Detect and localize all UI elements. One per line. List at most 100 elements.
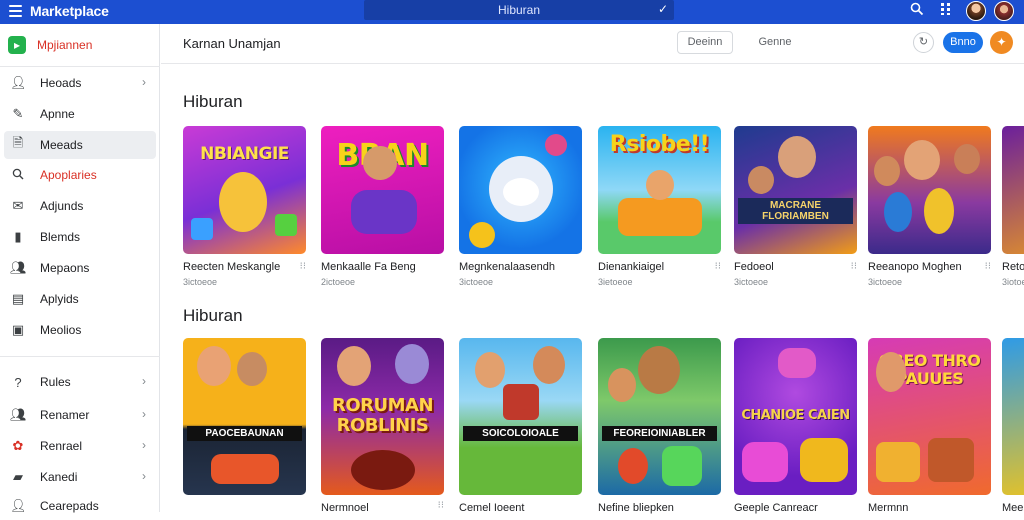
primary-button[interactable]: Bnno [943, 32, 983, 53]
sidebar-item-label: Cearepads [40, 499, 99, 513]
app-tile[interactable]: Rsiobe!! [598, 126, 721, 254]
document-icon: 🗎 [12, 135, 24, 150]
app-name: Cemel Ioeent [459, 502, 525, 514]
app-card[interactable]: Megnkenalaasendh 3ictoeoe [459, 126, 582, 287]
app-card[interactable]: FEOREIOINIABLER Nefine bliepken [598, 338, 721, 514]
more-icon[interactable]: ⁝⁝ [851, 261, 857, 272]
treasure-art [876, 442, 920, 482]
sidebar-item-apnne[interactable]: ✎ Apnne [4, 100, 156, 128]
orb-art [545, 134, 567, 156]
sidebar-brand[interactable]: ▸ Mpjiannen [8, 36, 92, 54]
app-card[interactable]: Rsiobe!! Dienankiaigel ⁝⁝ 3ietoeoe [598, 126, 721, 287]
more-icon[interactable]: ⁝⁝ [300, 261, 306, 272]
tile-title: NBIANGIE [200, 144, 289, 164]
sidebar-item-apoplaries[interactable]: Apoplaries [4, 161, 156, 189]
app-tile[interactable]: BRAN [321, 126, 444, 254]
app-card[interactable]: RORUMAN ROBLINIS Nermnoel ⁝⁝ [321, 338, 444, 514]
sidebar-item-renrael[interactable]: ✿ Renrael › [4, 432, 156, 460]
more-icon[interactable]: ⁝⁝ [985, 261, 991, 272]
sidebar-item-rules[interactable]: ? Rules › [4, 368, 156, 396]
app-name: Geeple Canreacr [734, 502, 818, 514]
app-tile[interactable]: CHANIOE CAIEN [734, 338, 857, 495]
treasure-art [928, 438, 974, 482]
app-name: Reeanopo Moghen [868, 261, 962, 273]
app-tile[interactable]: FEOREIOINIABLER [598, 338, 721, 495]
app-tile[interactable]: NBIANGIE [183, 126, 306, 254]
app-tile[interactable] [459, 126, 582, 254]
app-tile[interactable]: MACRANE FLORIAMBEN [734, 126, 857, 254]
app-tile[interactable] [1002, 338, 1024, 495]
app-card[interactable]: OBEO THRO PAUUES Mermnn [868, 338, 991, 514]
people-icon: 👥︎ [10, 260, 27, 275]
sidebar-item-heoads[interactable]: 👤︎ Heoads › [4, 69, 156, 97]
avatar[interactable] [966, 1, 986, 21]
tile-banner: FEOREIOINIABLER [602, 426, 717, 441]
character-art [924, 188, 954, 234]
app-name: Dienankiaigel [598, 261, 665, 273]
controller-art [662, 446, 702, 486]
apps-grid-icon[interactable] [940, 2, 952, 19]
character-art [618, 448, 648, 484]
sidebar-item-cearepads[interactable]: 👤︎ Cearepads [4, 492, 156, 520]
sidebar-item-label: Apnne [40, 107, 75, 121]
menu-icon[interactable] [9, 5, 22, 17]
sidebar-item-label: Blemds [40, 230, 81, 244]
app-card[interactable]: BRAN Menkaalle Fa Beng 2ictoeoe [321, 126, 444, 287]
app-card[interactable]: Reeanopo Moghen ⁝⁝ 3ictoeoe [868, 126, 991, 287]
page-title: Karnan Unamjan [183, 36, 281, 51]
sidebar-item-meeads[interactable]: 🗎 Meeads [4, 131, 156, 159]
sidebar-item-label: Aplyids [40, 292, 79, 306]
more-icon[interactable]: ⁝⁝ [715, 261, 721, 272]
sidebar-item-kanedi[interactable]: ▰ Kanedi › [4, 463, 156, 491]
app-card[interactable]: Meen [1002, 338, 1024, 514]
sidebar-item-label: Meolios [40, 323, 82, 337]
content-header: Karnan Unamjan Deeinn Genne ↻ Bnno ✦ [161, 24, 1024, 64]
search-icon [10, 168, 26, 183]
app-tile[interactable]: SOICOLOIOALE [459, 338, 582, 495]
app-name: Nermnoel [321, 502, 369, 514]
controller-art [351, 190, 417, 234]
search-query[interactable]: Hiburan [364, 3, 674, 17]
lock-icon: ▰ [13, 469, 23, 484]
tile-banner: SOICOLOIOALE [463, 426, 578, 441]
sidebar-item-label: Meeads [40, 138, 83, 152]
header-button-genne[interactable]: Genne [749, 31, 801, 54]
character-art [876, 352, 906, 392]
sidebar-item-label: Adjunds [40, 199, 84, 213]
sidebar-item-adjunds[interactable]: ✉ Adjunds [4, 192, 156, 220]
app-card[interactable]: SOICOLOIOALE Cemel Ioeent [459, 338, 582, 514]
app-subtitle: 3ictoeoe [868, 277, 903, 287]
header-button-deeinn[interactable]: Deeinn [677, 31, 733, 54]
character-art [646, 170, 674, 200]
app-card[interactable]: Reto 3iotoeoe [1002, 126, 1024, 287]
help-icon: ? [14, 374, 22, 390]
star-icon[interactable]: ✦ [990, 31, 1013, 54]
app-name: Nefine bliepken [598, 502, 674, 514]
sidebar-item-meolios[interactable]: ▣ Meolios [4, 316, 156, 344]
app-tile[interactable] [868, 126, 991, 254]
app-name: Reecten Meskangle [183, 261, 281, 273]
avatar[interactable] [994, 1, 1014, 21]
refresh-icon[interactable]: ↻ [913, 32, 934, 53]
app-name: Meen [1002, 502, 1024, 514]
app-tile[interactable]: OBEO THRO PAUUES [868, 338, 991, 495]
sidebar-item-label: Renrael [40, 439, 83, 453]
check-icon[interactable]: ✓ [658, 2, 668, 16]
app-tile[interactable]: RORUMAN ROBLINIS [321, 338, 444, 495]
app-card[interactable]: NBIANGIE Reecten Meskangle ⁝⁝ 3ictoeoe [183, 126, 306, 287]
sidebar-item-blemds[interactable]: ▮ Blemds [4, 223, 156, 251]
app-card[interactable]: CHANIOE CAIEN Geeple Canreacr [734, 338, 857, 514]
app-card[interactable]: PAOCEBAUNAN [183, 338, 306, 502]
app-tile[interactable]: PAOCEBAUNAN [183, 338, 306, 495]
app-card[interactable]: MACRANE FLORIAMBEN Fedoeol ⁝⁝ 3ictoeoe [734, 126, 857, 287]
search-icon[interactable] [910, 2, 924, 19]
character-art [237, 352, 267, 386]
sidebar-item-renamer[interactable]: 👥︎ Renamer › [4, 401, 156, 429]
app-tile[interactable] [1002, 126, 1024, 254]
chevron-right-icon: › [142, 75, 146, 89]
sidebar-item-aplyids[interactable]: ▤ Aplyids [4, 285, 156, 313]
app-subtitle: 2ictoeoe [321, 277, 356, 287]
search-bar[interactable]: Hiburan ✓ [364, 0, 674, 20]
more-icon[interactable]: ⁝⁝ [438, 500, 444, 511]
sidebar-item-mepaons[interactable]: 👥︎ Mepaons [4, 254, 156, 282]
